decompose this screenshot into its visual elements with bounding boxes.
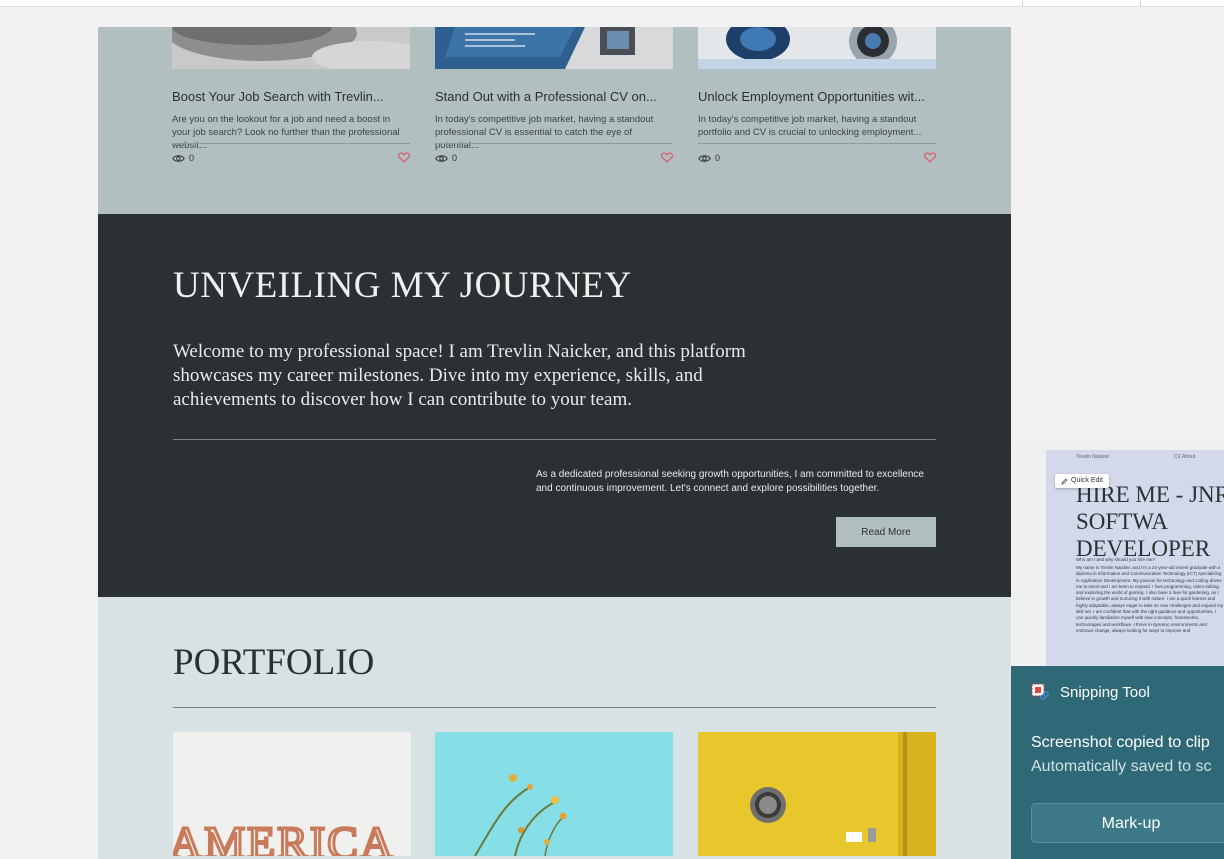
card-divider	[435, 143, 673, 144]
app-name: Snipping Tool	[1060, 683, 1150, 701]
views-count: 0	[452, 153, 458, 163]
views-counter: 0	[435, 153, 457, 163]
blog-section: Boost Your Job Search with Trevlin... Ar…	[98, 27, 1011, 214]
quick-edit-label: Quick Edit	[1071, 477, 1103, 484]
post-thumbnail[interactable]	[435, 27, 673, 69]
quick-edit-button[interactable]: Quick Edit	[1055, 474, 1109, 488]
notification-app: Snipping Tool	[1031, 683, 1150, 701]
eye-icon	[172, 154, 185, 162]
pencil-icon	[1061, 478, 1068, 484]
blog-card[interactable]: Unlock Employment Opportunities wit... I…	[698, 27, 936, 163]
heart-icon[interactable]	[398, 152, 410, 163]
doc-body: My name is Trevlin Naicker, and I'm a 24…	[1076, 565, 1224, 633]
eye-icon	[435, 154, 448, 162]
notification-line-2: Automatically saved to sc	[1031, 758, 1212, 775]
read-more-button[interactable]: Read More	[836, 517, 936, 547]
portfolio-image-flowers[interactable]	[435, 732, 673, 856]
snipping-tool-notification[interactable]: Trevlin Naicker CV About HIRE ME - JNR. …	[1011, 441, 1224, 859]
post-excerpt: In today's competitive job market, havin…	[435, 114, 654, 151]
notification-panel: Snipping Tool Screenshot copied to clip …	[1011, 666, 1224, 859]
doc-question: Who am I and why should you hire me?	[1076, 557, 1156, 562]
journey-intro: Welcome to my professional space! I am T…	[173, 341, 746, 410]
views-counter: 0	[698, 153, 720, 163]
america-neon-text: AMERICA	[173, 817, 395, 856]
heart-icon[interactable]	[924, 152, 936, 163]
post-excerpt: In today's competitive job market, havin…	[698, 114, 922, 138]
section-divider	[173, 707, 936, 708]
journey-subtext: As a dedicated professional seeking grow…	[536, 469, 924, 494]
doc-header-right: CV About	[1174, 454, 1196, 460]
post-title[interactable]: Unlock Employment Opportunities wit...	[698, 89, 936, 104]
post-thumbnail[interactable]	[698, 27, 936, 69]
portfolio-heading: PORTFOLIO	[173, 642, 375, 683]
portfolio-section: PORTFOLIO AMERICA	[98, 597, 1011, 859]
doc-heading: HIRE ME - JNR. SOFTWA DEVELOPER	[1076, 482, 1224, 561]
browser-top-strip	[0, 0, 1224, 7]
top-strip-divider	[1140, 0, 1141, 6]
snipping-tool-icon	[1031, 683, 1049, 700]
views-counter: 0	[172, 153, 194, 163]
top-strip-divider	[1022, 0, 1023, 6]
screenshot-preview[interactable]: Trevlin Naicker CV About HIRE ME - JNR. …	[1011, 441, 1224, 666]
mark-up-button[interactable]: Mark-up	[1031, 803, 1224, 843]
post-thumbnail[interactable]	[172, 27, 410, 69]
journey-section: UNVEILING MY JOURNEY Welcome to my profe…	[98, 214, 1011, 597]
portfolio-image-america[interactable]: AMERICA	[173, 732, 411, 856]
doc-header-left: Trevlin Naicker	[1076, 454, 1110, 460]
post-meta: 0	[698, 152, 936, 165]
card-divider	[698, 143, 936, 144]
blog-card[interactable]: Stand Out with a Professional CV on... I…	[435, 27, 673, 163]
section-divider	[173, 439, 936, 440]
views-count: 0	[189, 153, 195, 163]
card-divider	[172, 143, 410, 144]
heart-icon[interactable]	[661, 152, 673, 163]
website-page[interactable]: Boost Your Job Search with Trevlin... Ar…	[98, 27, 1011, 859]
eye-icon	[698, 154, 711, 162]
portfolio-image-yellow-door[interactable]	[698, 732, 936, 856]
post-meta: 0	[435, 152, 673, 165]
notification-line-1: Screenshot copied to clip	[1031, 734, 1210, 751]
blog-card[interactable]: Boost Your Job Search with Trevlin... Ar…	[172, 27, 410, 163]
post-title[interactable]: Stand Out with a Professional CV on...	[435, 89, 673, 104]
post-meta: 0	[172, 152, 410, 165]
post-title[interactable]: Boost Your Job Search with Trevlin...	[172, 89, 410, 104]
journey-heading: UNVEILING MY JOURNEY	[173, 265, 632, 306]
post-excerpt: Are you on the lookout for a job and nee…	[172, 114, 400, 151]
views-count: 0	[715, 153, 721, 163]
